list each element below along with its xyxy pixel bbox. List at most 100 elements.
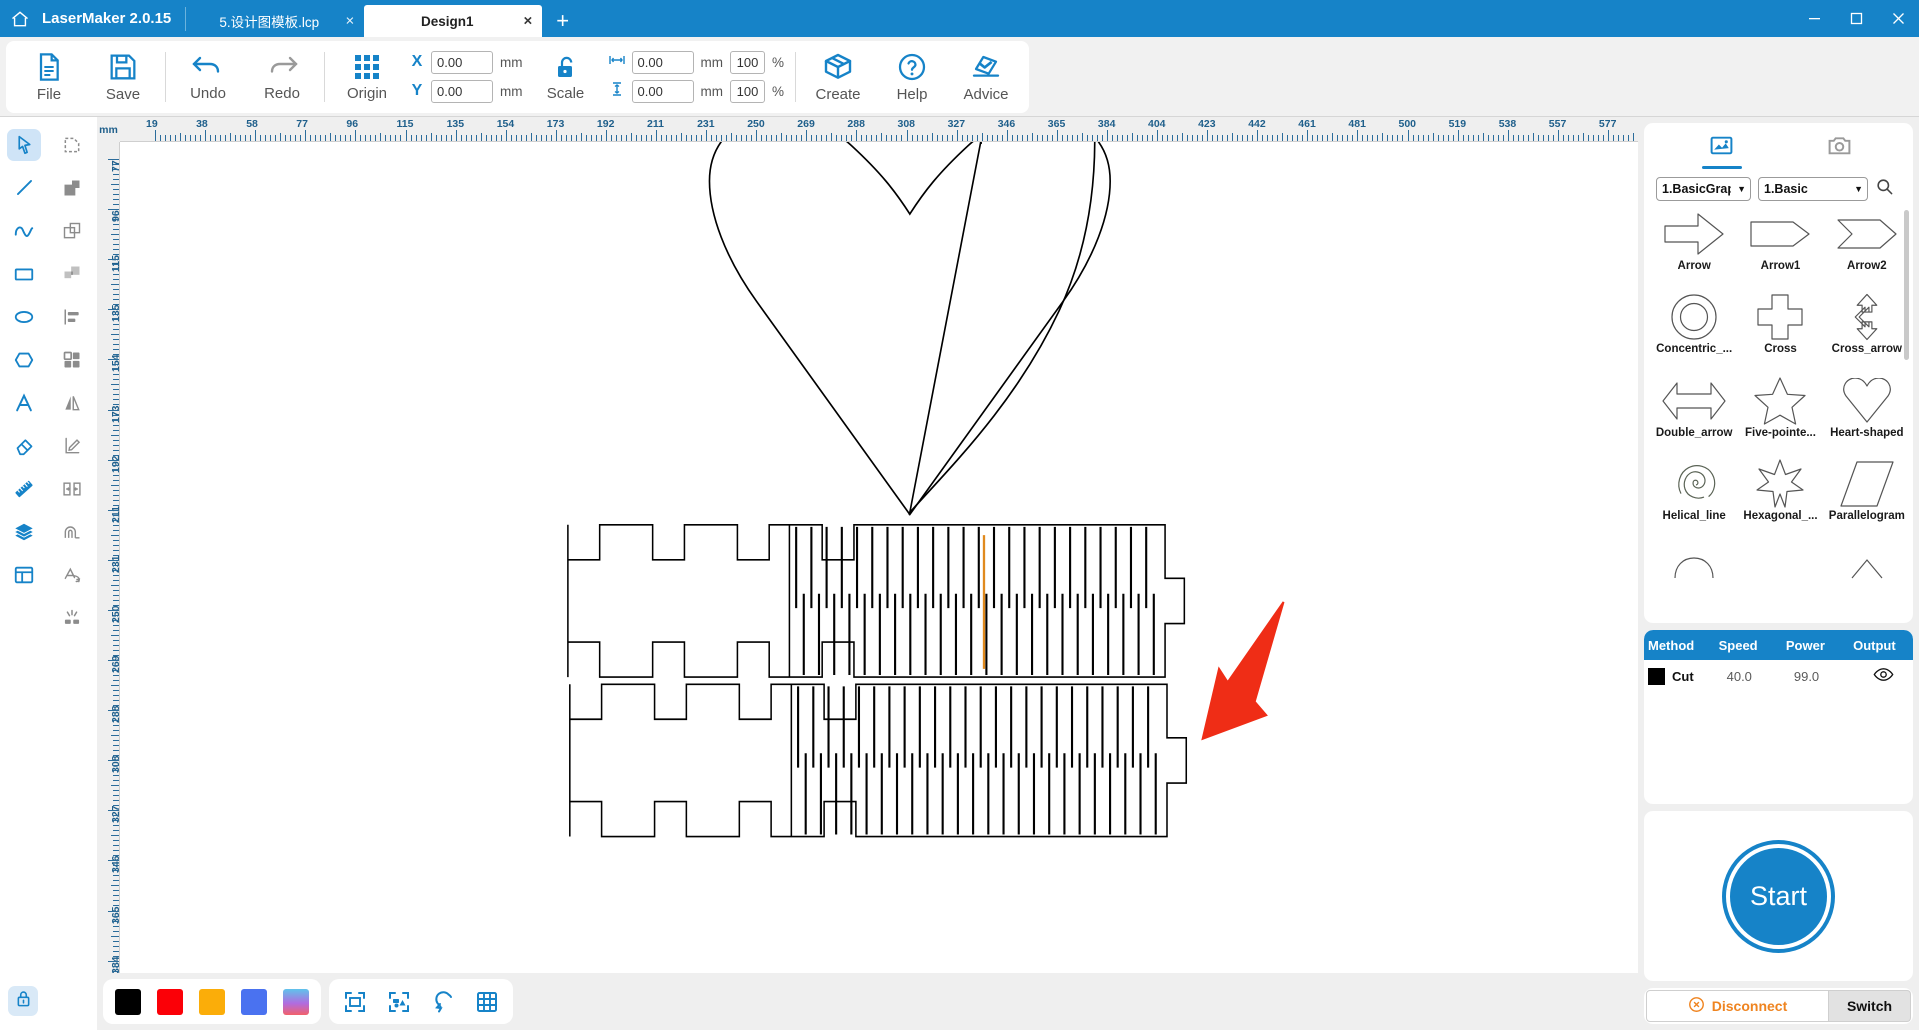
shape-next-row-a[interactable] <box>1652 542 1736 619</box>
shape-arrow1[interactable]: Arrow1 <box>1738 208 1822 285</box>
home-icon[interactable] <box>10 9 30 29</box>
shape-helical-line[interactable]: Helical_line <box>1652 458 1736 535</box>
save-button[interactable]: Save <box>86 43 160 111</box>
line-tool[interactable] <box>0 166 48 209</box>
distribute-tool[interactable] <box>48 467 96 510</box>
ellipse-tool[interactable] <box>0 295 48 338</box>
help-button[interactable]: Help <box>875 43 949 111</box>
advice-button[interactable]: Advice <box>949 43 1023 111</box>
shape-cross[interactable]: Cross <box>1738 291 1822 368</box>
group-tool[interactable] <box>48 338 96 381</box>
minimize-button[interactable] <box>1793 0 1835 37</box>
living-hinge-panel-top[interactable] <box>567 523 1186 678</box>
measure-angle-tool[interactable] <box>48 424 96 467</box>
tab-graphics-library[interactable] <box>1701 133 1742 169</box>
shape-next-row-c[interactable] <box>1825 542 1909 619</box>
shape-heart[interactable]: Heart-shaped <box>1825 375 1909 452</box>
create-button[interactable]: Create <box>801 43 875 111</box>
offset-tool[interactable] <box>48 510 96 553</box>
origin-button[interactable]: Origin <box>330 43 404 111</box>
rotate-tool[interactable] <box>48 553 96 596</box>
ribbon-card: File Save Undo Redo Origin X 0.00 mm Y 0… <box>6 40 1030 113</box>
eraser-tool[interactable] <box>0 424 48 467</box>
method-cell[interactable]: Cut <box>1644 667 1715 685</box>
shape-five-pointed-star[interactable]: Five-pointe... <box>1738 375 1822 452</box>
ruler-tick <box>320 135 322 141</box>
search-icon[interactable] <box>1875 177 1894 201</box>
snap-magnet-button[interactable] <box>429 988 457 1016</box>
category-select[interactable]: 1.BasicGrap ▼ <box>1656 177 1751 201</box>
shape-concentric[interactable]: Concentric_... <box>1652 291 1736 368</box>
start-button[interactable]: Start <box>1726 843 1831 949</box>
shape-arrow[interactable]: Arrow <box>1652 208 1736 285</box>
tab-close-icon[interactable]: × <box>346 14 355 29</box>
rectangle-tool[interactable] <box>0 252 48 295</box>
disconnect-button[interactable]: Disconnect <box>1646 990 1829 1022</box>
shape-hexagonal-star[interactable]: Hexagonal_... <box>1738 458 1822 535</box>
y-input[interactable] <box>431 79 493 103</box>
curve-tool[interactable] <box>0 209 48 252</box>
mirror-tool[interactable] <box>48 381 96 424</box>
align-tool[interactable] <box>48 295 96 338</box>
intersect-tool[interactable] <box>48 252 96 295</box>
drawing-canvas[interactable] <box>120 142 1638 1030</box>
text-tool[interactable] <box>0 381 48 424</box>
shape-parallelogram[interactable]: Parallelogram <box>1825 458 1909 535</box>
shape-next-row-b[interactable] <box>1738 542 1822 619</box>
select-tool[interactable] <box>0 123 48 166</box>
polygon-tool[interactable] <box>0 338 48 381</box>
file-button[interactable]: File <box>12 43 86 111</box>
undo-button[interactable]: Undo <box>171 43 245 111</box>
library-scrollbar[interactable] <box>1904 210 1909 360</box>
height-input[interactable] <box>631 79 694 103</box>
swatch-red[interactable] <box>157 988 183 1015</box>
shape-arrow2[interactable]: Arrow2 <box>1825 208 1909 285</box>
select-all-button[interactable] <box>385 988 413 1016</box>
tab-document-1[interactable]: 5.设计图模板.lcp × <box>186 5 364 37</box>
subtract-tool[interactable] <box>48 209 96 252</box>
explode-tool[interactable] <box>48 596 96 639</box>
fit-to-view-button[interactable] <box>341 988 369 1016</box>
swatch-orange[interactable] <box>199 988 225 1015</box>
app-home-area[interactable]: LaserMaker 2.0.15 <box>0 0 185 37</box>
swatch-gradient[interactable] <box>283 988 309 1015</box>
union-tool[interactable] <box>48 166 96 209</box>
living-hinge-panel-bottom[interactable] <box>569 683 1188 838</box>
node-edit-tool[interactable] <box>48 123 96 166</box>
layer-color-swatch[interactable] <box>1648 667 1665 685</box>
ruler-tool[interactable] <box>0 467 48 510</box>
maximize-button[interactable] <box>1835 0 1877 37</box>
redo-button[interactable]: Redo <box>245 43 319 111</box>
shape-double-arrow[interactable]: Double_arrow <box>1652 375 1736 452</box>
shape-grid[interactable]: Arrow Arrow1 Arrow2 Concentric_... Cross… <box>1652 208 1909 623</box>
x-input[interactable] <box>431 50 493 74</box>
switch-button[interactable]: Switch <box>1829 990 1911 1022</box>
eye-icon[interactable] <box>1873 668 1894 685</box>
power-cell[interactable]: 99.0 <box>1782 669 1849 684</box>
speed-cell[interactable]: 40.0 <box>1715 669 1782 684</box>
width-input[interactable] <box>631 50 694 74</box>
tab-close-icon[interactable]: × <box>524 14 533 29</box>
shape-cross-arrow[interactable]: Cross_arrow <box>1825 291 1909 368</box>
close-button[interactable] <box>1877 0 1919 37</box>
canvas-area[interactable]: mm 19 38 58 77 96 115 135 154 173 192 211 231 250 269… <box>97 117 1638 1030</box>
height-percent-input[interactable] <box>730 79 765 103</box>
artboard[interactable] <box>120 142 1638 1030</box>
horizontal-ruler[interactable]: 19 38 58 77 96 115 135 154 173 192 211 231 250 269 288… <box>97 117 1638 142</box>
tab-camera[interactable] <box>1820 133 1860 169</box>
tab-document-2[interactable]: Design1 × <box>364 5 543 37</box>
layout-tool[interactable] <box>0 553 48 596</box>
output-cell[interactable] <box>1849 667 1913 685</box>
lock-canvas-button[interactable] <box>8 986 38 1016</box>
layers-tool[interactable] <box>0 510 48 553</box>
width-percent-input[interactable] <box>730 50 765 74</box>
swatch-blue[interactable] <box>241 988 267 1015</box>
swatch-black[interactable] <box>115 988 141 1015</box>
heart-shape[interactable] <box>908 142 1096 516</box>
vertical-ruler[interactable]: 7796115135154173192211231250269288308327… <box>97 142 120 1030</box>
subcategory-select[interactable]: 1.Basic ▼ <box>1758 177 1868 201</box>
scale-lock-button[interactable]: Scale <box>529 43 603 111</box>
grid-toggle-button[interactable] <box>473 988 501 1016</box>
table-row[interactable]: Cut 40.0 99.0 <box>1644 660 1913 692</box>
new-tab-button[interactable]: + <box>542 5 583 37</box>
